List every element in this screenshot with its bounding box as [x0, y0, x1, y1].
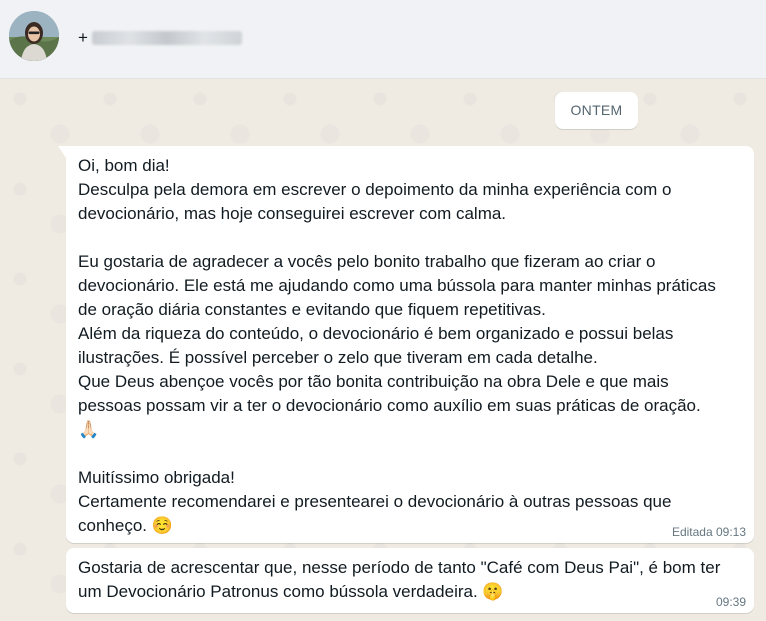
- bubble-tail: [58, 146, 66, 158]
- message-line: [78, 442, 748, 466]
- message-bubble[interactable]: Gostaria de acrescentar que, nesse perío…: [66, 548, 754, 613]
- message-line: Desculpa pela demora em escrever o depoi…: [78, 180, 672, 199]
- message-line: [78, 226, 748, 250]
- message-bubble[interactable]: Oi, bom dia! Desculpa pela demora em escr…: [58, 146, 754, 543]
- message-line: Que Deus abençoe vocês por tão bonita co…: [78, 372, 669, 391]
- message-line: pessoas possam vir a ter o devocionário …: [78, 396, 701, 415]
- message-timestamp: Editada 09:13: [671, 525, 746, 539]
- message-line: devocionário, mas hoje conseguirei escre…: [78, 204, 507, 223]
- message-text: Oi, bom dia! Desculpa pela demora em escr…: [78, 154, 748, 538]
- chat-header: +: [0, 0, 766, 79]
- praying-hands-emoji: 🙏🏻: [78, 420, 100, 440]
- date-divider: ONTEM: [555, 92, 638, 129]
- message-text: Gostaria de acrescentar que, nesse perío…: [78, 556, 748, 604]
- profile-photo-icon: [9, 11, 59, 61]
- message-line: Certamente recomendarei e presentearei o…: [78, 492, 672, 511]
- message-line: Gostaria de acrescentar que, nesse perío…: [78, 558, 721, 577]
- message-line: um Devocionário Patronus como bússola ve…: [78, 582, 504, 601]
- message-timestamp: 09:39: [715, 595, 746, 609]
- message-line: Muitíssimo obrigada!: [78, 468, 235, 487]
- message-line: Oi, bom dia!: [78, 156, 170, 175]
- message-line: ilustrações. É possível perceber o zelo …: [78, 348, 598, 367]
- message-line: conheço. ☺️: [78, 516, 173, 535]
- message-line: Além da riqueza do conteúdo, o devocioná…: [78, 324, 674, 343]
- contact-prefix: +: [78, 28, 88, 47]
- avatar[interactable]: [9, 11, 59, 61]
- message-line: Eu gostaria de agradecer a vocês pelo bo…: [78, 252, 656, 271]
- message-line: de oração diária constantes e evitando q…: [78, 300, 546, 319]
- redacted-phone-number: [91, 31, 242, 45]
- message-line: devocionário. Ele está me ajudando como …: [78, 276, 716, 295]
- contact-name[interactable]: +: [78, 28, 242, 48]
